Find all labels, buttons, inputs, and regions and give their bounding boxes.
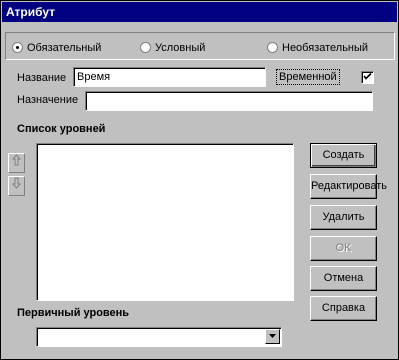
- radio-optional-label: Необязательный: [282, 42, 369, 54]
- name-label: Название: [17, 72, 67, 84]
- levels-label: Список уровней: [17, 123, 106, 135]
- delete-button-label: Удалить: [322, 211, 365, 223]
- primary-level-select[interactable]: [36, 327, 282, 347]
- chevron-down-icon: [269, 334, 276, 338]
- temporal-label: Временной: [276, 69, 340, 85]
- dropdown-button[interactable]: [265, 329, 280, 344]
- edit-button[interactable]: Редактировать: [310, 174, 387, 199]
- name-input[interactable]: Время: [73, 67, 266, 87]
- levels-list[interactable]: [36, 143, 294, 301]
- radio-conditional[interactable]: Условный: [140, 41, 205, 55]
- radio-conditional-label: Условный: [155, 42, 206, 54]
- purpose-input[interactable]: [85, 91, 373, 111]
- edit-button-label: Редактировать: [311, 180, 387, 192]
- radio-mandatory-label: Обязательный: [27, 42, 102, 54]
- ok-button[interactable]: OK: [310, 236, 377, 261]
- create-button[interactable]: Создать: [310, 143, 377, 168]
- help-button[interactable]: Справка: [310, 296, 377, 321]
- requirement-radio-group: Обязательный Условный Необязательный: [5, 32, 395, 60]
- hand-up-icon: [11, 154, 22, 166]
- temporal-checkbox[interactable]: [361, 71, 374, 84]
- hand-down-icon: [11, 177, 22, 189]
- radio-unchecked-icon: [140, 42, 151, 53]
- radio-unchecked-icon: [267, 42, 278, 53]
- ok-button-label: OK: [335, 242, 352, 254]
- check-icon: [363, 72, 372, 80]
- purpose-label: Назначение: [17, 94, 79, 106]
- create-button-label: Создать: [322, 149, 365, 161]
- cancel-button-label: Отмена: [323, 272, 364, 284]
- help-button-label: Справка: [321, 302, 366, 314]
- window-title: Атрибут: [2, 2, 397, 22]
- radio-mandatory[interactable]: Обязательный: [12, 41, 101, 55]
- move-down-button[interactable]: [8, 176, 25, 196]
- primary-level-label: Первичный уровень: [17, 307, 130, 319]
- cancel-button[interactable]: Отмена: [310, 266, 377, 291]
- move-up-button[interactable]: [8, 153, 25, 173]
- attribute-dialog: Атрибут Обязательный Условный Необязател…: [0, 0, 399, 360]
- radio-optional[interactable]: Необязательный: [267, 41, 368, 55]
- delete-button[interactable]: Удалить: [310, 205, 377, 230]
- radio-checked-icon: [12, 42, 23, 53]
